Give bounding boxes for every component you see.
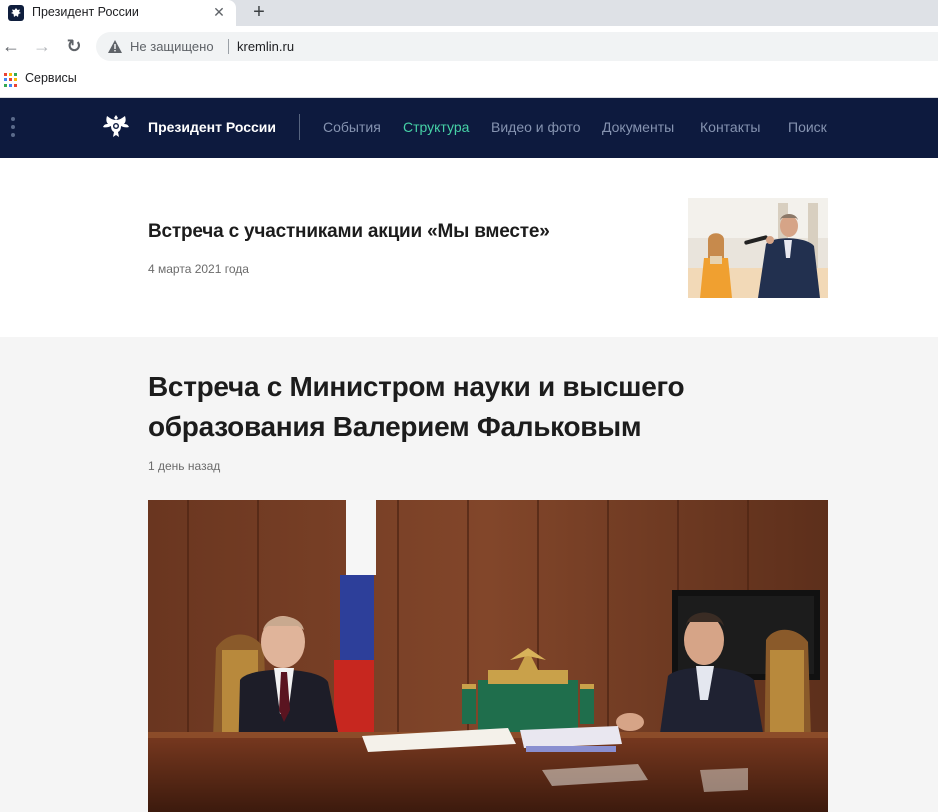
site-header: Президент России События Структура Видео…: [0, 98, 938, 158]
featured-image[interactable]: [148, 500, 828, 812]
reload-button[interactable]: ↻: [63, 35, 85, 57]
bookmarks-bar: Сервисы: [0, 66, 938, 98]
news-title[interactable]: Встреча с участниками акции «Мы вместе»: [148, 221, 550, 243]
nav-item-documents[interactable]: Документы: [602, 119, 674, 135]
news-item[interactable]: Встреча с участниками акции «Мы вместе» …: [0, 158, 938, 337]
nav-item-events[interactable]: События: [323, 119, 381, 135]
back-button[interactable]: ←: [0, 35, 22, 57]
security-label[interactable]: Не защищено: [130, 39, 214, 54]
featured-title[interactable]: Встреча с Министром науки и высшего обра…: [148, 367, 708, 447]
apps-bookmark[interactable]: Сервисы: [25, 71, 77, 85]
close-tab-icon[interactable]: ✕: [210, 3, 228, 21]
featured-date: 1 день назад: [148, 459, 221, 473]
warning-icon[interactable]: [108, 40, 122, 53]
forward-button[interactable]: →: [31, 35, 53, 57]
menu-dots-icon[interactable]: [11, 117, 15, 139]
featured-story[interactable]: Встреча с Министром науки и высшего обра…: [0, 337, 938, 812]
browser-tab-strip: Президент России ✕ +: [0, 0, 938, 26]
tab-title: Президент России: [32, 5, 139, 19]
url-text[interactable]: kremlin.ru: [237, 39, 294, 54]
address-bar[interactable]: Не защищено kremlin.ru: [96, 32, 938, 61]
kremlin-favicon-icon: [8, 5, 24, 21]
new-tab-button[interactable]: +: [248, 0, 270, 24]
site-title[interactable]: Президент России: [148, 119, 276, 135]
header-divider: [299, 114, 300, 140]
nav-item-search[interactable]: Поиск: [788, 119, 827, 135]
news-thumbnail-image[interactable]: [688, 198, 828, 298]
nav-item-video-photo[interactable]: Видео и фото: [491, 119, 581, 135]
omnibox-divider: [228, 39, 229, 54]
nav-item-contacts[interactable]: Контакты: [700, 119, 760, 135]
news-date: 4 марта 2021 года: [148, 262, 249, 276]
nav-item-structure[interactable]: Структура: [403, 119, 469, 135]
browser-toolbar: ← → ↻ Не защищено kremlin.ru: [0, 26, 938, 66]
double-headed-eagle-icon[interactable]: [101, 112, 131, 142]
apps-grid-icon[interactable]: [4, 73, 18, 87]
browser-tab[interactable]: Президент России ✕: [0, 0, 236, 26]
